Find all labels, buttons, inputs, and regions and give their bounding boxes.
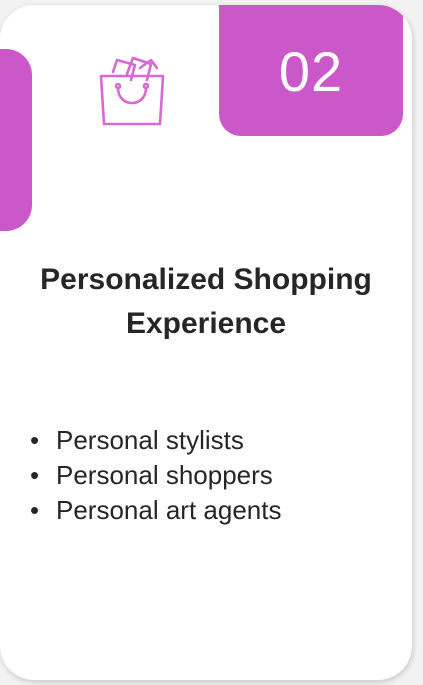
- list-item: • Personal stylists: [30, 423, 281, 458]
- number-badge: 02: [219, 5, 403, 136]
- card-title: Personalized Shopping Experience: [0, 258, 412, 346]
- card-title-line-2: Experience: [125, 307, 287, 340]
- bullet: •: [30, 425, 40, 455]
- list-item-text: Personal art agents: [56, 495, 282, 525]
- card-title-line-1: Personalized Shopping: [40, 263, 372, 296]
- feature-card: 02 Personalized Shopping Experience • Pe…: [0, 5, 412, 680]
- list-item-text: Personal stylists: [56, 425, 244, 455]
- bullet: •: [30, 495, 40, 525]
- feature-list: • Personal stylists • Personal shoppers …: [30, 423, 281, 528]
- list-item: • Personal art agents: [30, 493, 281, 528]
- bullet: •: [30, 460, 40, 490]
- list-item: • Personal shoppers: [30, 458, 281, 493]
- card-number: 02: [278, 40, 344, 103]
- shopping-bag-icon: [99, 56, 165, 126]
- list-item-text: Personal shoppers: [56, 460, 273, 490]
- side-accent-tab: [0, 49, 32, 231]
